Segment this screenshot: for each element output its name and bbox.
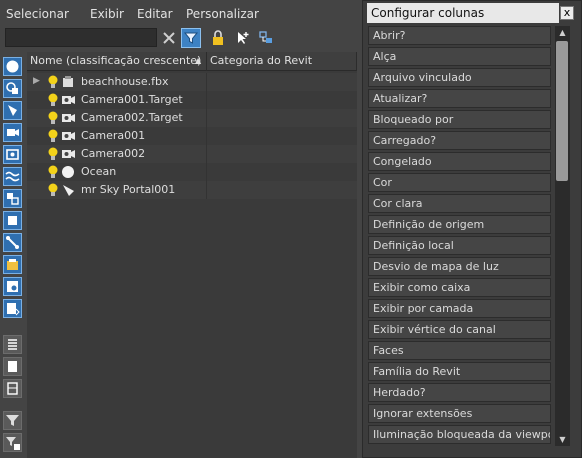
- item-name: Camera002.Target: [81, 111, 183, 124]
- column-divider: [206, 127, 207, 145]
- column-header-name[interactable]: Nome (classificação crescente) ▲: [27, 52, 207, 71]
- column-option[interactable]: Faces: [368, 341, 551, 360]
- column-option[interactable]: Exibir como caixa: [368, 278, 551, 297]
- light-bulb-icon[interactable]: [46, 74, 60, 90]
- expand-arrow-icon[interactable]: ▶: [33, 76, 47, 92]
- light-icon: [61, 182, 75, 198]
- filter-options-icon[interactable]: [3, 433, 22, 452]
- item-name: Ocean: [81, 165, 117, 178]
- display-particles-icon[interactable]: [3, 277, 22, 296]
- list-header: Nome (classificação crescente) ▲ Categor…: [27, 52, 357, 71]
- scroll-down-icon[interactable]: ▼: [555, 433, 570, 446]
- light-bulb-icon[interactable]: [46, 182, 60, 198]
- filter-toggle-icon[interactable]: [181, 28, 201, 48]
- menu-exibir[interactable]: Exibir: [90, 7, 124, 21]
- column-option[interactable]: Desvio de mapa de luz: [368, 257, 551, 276]
- column-option[interactable]: Exibir vértice do canal: [368, 320, 551, 339]
- display-invert-icon[interactable]: [3, 379, 22, 398]
- column-divider: [206, 163, 207, 181]
- display-helpers-icon[interactable]: [3, 145, 22, 164]
- column-option[interactable]: Arquivo vinculado: [368, 68, 551, 87]
- container-icon: [61, 74, 75, 90]
- column-options-list: Abrir? Alça Arquivo vinculado Atualizar?…: [368, 26, 553, 454]
- list-item[interactable]: Camera002: [27, 145, 357, 163]
- display-groups-icon[interactable]: [3, 189, 22, 208]
- camera-icon: [61, 146, 75, 162]
- column-divider: [206, 109, 207, 127]
- light-bulb-icon[interactable]: [46, 110, 60, 126]
- light-bulb-icon[interactable]: [46, 128, 60, 144]
- display-all-icon[interactable]: [3, 335, 22, 354]
- menu-bar: Selecionar Exibir Editar Personalizar: [0, 0, 362, 26]
- camera-icon: [61, 128, 75, 144]
- menu-editar[interactable]: Editar: [137, 7, 173, 21]
- column-option[interactable]: Iluminação bloqueada da viewport: [368, 425, 551, 444]
- column-option[interactable]: Bloqueado por: [368, 110, 551, 129]
- display-none-icon[interactable]: [3, 357, 22, 376]
- column-option[interactable]: Congelado: [368, 152, 551, 171]
- column-option[interactable]: Alça: [368, 47, 551, 66]
- column-option[interactable]: Abrir?: [368, 26, 551, 45]
- display-xrefs-icon[interactable]: [3, 211, 22, 230]
- display-bones-icon[interactable]: [3, 233, 22, 252]
- lock-icon[interactable]: [208, 28, 228, 48]
- sort-ascending-icon: ▲: [195, 56, 202, 65]
- menu-personalizar[interactable]: Personalizar: [186, 7, 259, 21]
- column-divider: [206, 73, 207, 91]
- display-cameras-icon[interactable]: [3, 123, 22, 142]
- clear-search-icon[interactable]: [159, 28, 179, 48]
- list-item[interactable]: Ocean: [27, 163, 357, 181]
- item-name: beachhouse.fbx: [81, 75, 169, 88]
- item-name: Camera001: [81, 129, 146, 142]
- hierarchy-select-icon[interactable]: [256, 28, 276, 48]
- list-item[interactable]: Camera001: [27, 127, 357, 145]
- display-geometry-icon[interactable]: [3, 57, 22, 76]
- column-option[interactable]: Ignorar extensões: [368, 404, 551, 423]
- column-option[interactable]: Cor clara: [368, 194, 551, 213]
- display-shapes-icon[interactable]: [3, 79, 22, 98]
- column-option[interactable]: Herdado?: [368, 383, 551, 402]
- column-divider: [206, 181, 207, 199]
- close-button[interactable]: x: [560, 6, 574, 20]
- column-option[interactable]: Família do Revit: [368, 362, 551, 381]
- light-bulb-icon[interactable]: [46, 164, 60, 180]
- light-bulb-icon[interactable]: [46, 92, 60, 108]
- scrollbar-thumb[interactable]: [556, 41, 568, 181]
- list-item[interactable]: Camera002.Target: [27, 109, 357, 127]
- column-option[interactable]: Exibir por camada: [368, 299, 551, 318]
- column-option[interactable]: Atualizar?: [368, 89, 551, 108]
- panel-title[interactable]: Configurar colunas: [367, 3, 559, 23]
- display-frozen-icon[interactable]: [3, 299, 22, 318]
- camera-target-icon: [61, 110, 75, 126]
- sphere-icon: [61, 164, 75, 180]
- column-option[interactable]: Carregado?: [368, 131, 551, 150]
- camera-target-icon: [61, 92, 75, 108]
- add-selection-icon[interactable]: [233, 28, 253, 48]
- list-item[interactable]: Camera001.Target: [27, 91, 357, 109]
- column-name-label: Nome (classificação crescente): [30, 54, 202, 67]
- display-spacewarps-icon[interactable]: [3, 167, 22, 186]
- menu-selecionar[interactable]: Selecionar: [6, 7, 69, 21]
- column-option[interactable]: Cor: [368, 173, 551, 192]
- light-bulb-icon[interactable]: [46, 146, 60, 162]
- column-option[interactable]: Definição local: [368, 236, 551, 255]
- filter-icon[interactable]: [3, 411, 22, 430]
- column-divider: [206, 91, 207, 109]
- left-toolbar: [0, 52, 26, 458]
- item-name: Camera001.Target: [81, 93, 183, 106]
- list-item[interactable]: ▶ beachhouse.fbx: [27, 73, 357, 91]
- column-header-category[interactable]: Categoria do Revit: [207, 52, 357, 71]
- display-containers-icon[interactable]: [3, 255, 22, 274]
- item-name: mr Sky Portal001: [81, 183, 176, 196]
- configure-columns-panel: Configurar colunas x Abrir? Alça Arquivo…: [362, 0, 582, 458]
- display-lights-icon[interactable]: [3, 101, 22, 120]
- list-item[interactable]: mr Sky Portal001: [27, 181, 357, 199]
- scroll-up-icon[interactable]: ▲: [555, 26, 570, 39]
- column-option[interactable]: Definição de origem: [368, 215, 551, 234]
- column-divider: [206, 145, 207, 163]
- item-name: Camera002: [81, 147, 146, 160]
- search-input[interactable]: [5, 28, 157, 47]
